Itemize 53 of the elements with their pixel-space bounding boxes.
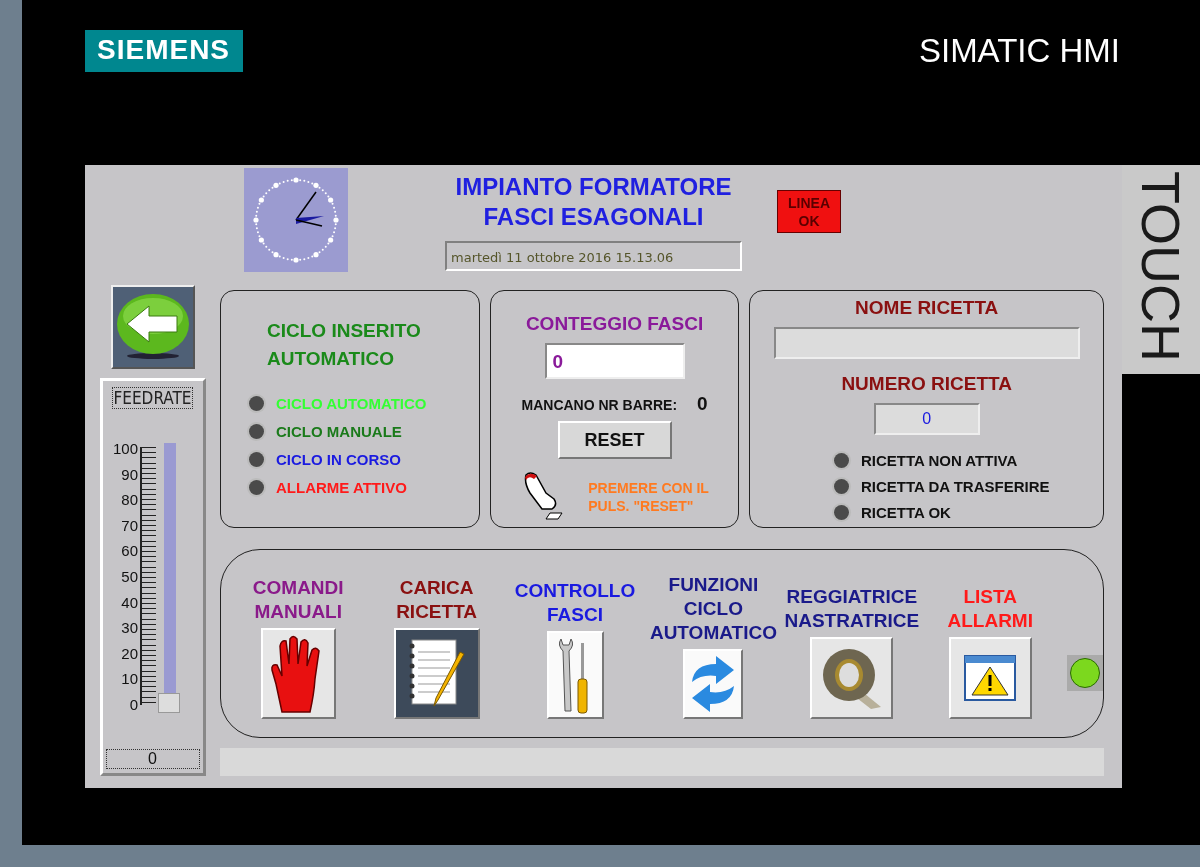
function-label: CONTROLLO FASCI — [514, 579, 636, 627]
count-field: 0 — [544, 343, 685, 379]
missing-bars-label: MANCANO NR BARRE: — [521, 397, 678, 413]
indicator-label: RICETTA NON ATTIVA — [860, 452, 1018, 469]
scale-label: 80 — [121, 492, 138, 509]
recipe-name-title: NOME RICETTA — [855, 297, 999, 319]
reset-hint: PREMERE CON IL PULS. "RESET" — [588, 479, 709, 515]
back-arrow-icon — [114, 292, 191, 362]
notepad-button[interactable] — [393, 628, 480, 719]
back-button[interactable] — [110, 285, 195, 369]
indicator-label: CICLO MANUALE — [276, 423, 402, 440]
scale-label: 10 — [121, 671, 138, 688]
hand-button[interactable] — [260, 628, 336, 719]
warning-window-icon — [964, 655, 1017, 701]
plant-title: IMPIANTO FORMATORE FASCI ESAGONALI — [455, 172, 732, 232]
function-label: FUNZIONI CICLO AUTOMATICO — [649, 573, 777, 645]
scale-label: 0 — [129, 696, 138, 713]
feedrate-label: FEEDRATE — [111, 387, 194, 409]
scale-label: 40 — [121, 594, 138, 611]
reset-button[interactable]: RESET — [557, 421, 672, 459]
tape-button[interactable] — [810, 637, 894, 719]
indicator-label: ALLARME ATTIVO — [276, 479, 407, 496]
datetime-field: martedì 11 ottobre 2016 15.13.06 — [445, 241, 742, 271]
function-label: CARICA RICETTA — [396, 576, 478, 624]
refresh-button[interactable] — [683, 649, 744, 719]
recipe-name-field[interactable] — [773, 327, 1080, 359]
recipe-number-title: NUMERO RICETTA — [841, 373, 1013, 395]
scale-label: 60 — [121, 543, 138, 560]
scale-label: 100 — [113, 441, 138, 457]
alarm-list-button[interactable] — [948, 637, 1032, 719]
indicator-label: CICLO IN CORSO — [276, 451, 401, 468]
function-label: COMANDI MANUALI — [252, 576, 344, 624]
feedrate-value: 0 — [105, 749, 200, 769]
indicator-label: RICETTA OK — [860, 504, 951, 521]
line-status-indicator: LINEA OK — [777, 190, 841, 233]
scale-label: 50 — [121, 568, 138, 585]
scale-label: 70 — [121, 517, 138, 534]
side-label: TOUCH — [1122, 165, 1200, 374]
scale-label: 90 — [121, 466, 138, 483]
panel-title: CONTEGGIO FASCI — [525, 313, 704, 335]
brand-logo: SIEMENS — [85, 30, 243, 72]
indicator-label: CICLO AUTOMATICO — [276, 395, 427, 412]
scale-label: 20 — [121, 645, 138, 662]
tools-button[interactable] — [546, 631, 604, 719]
scale-label: 30 — [121, 620, 138, 637]
function-label: LISTA ALLARMI — [947, 585, 1033, 633]
recipe-number-field[interactable]: 0 — [873, 403, 980, 435]
function-label: REGGIATRICE NASTRATRICE — [784, 585, 920, 633]
product-label: SIMATIC HMI — [918, 32, 1120, 70]
indicator-label: RICETTA DA TRASFERIRE — [860, 478, 1050, 495]
slider-thumb[interactable] — [158, 693, 180, 713]
missing-bars-value: 0 — [697, 393, 708, 415]
panel-title: CICLO INSERITO AUTOMATICO — [267, 319, 422, 371]
